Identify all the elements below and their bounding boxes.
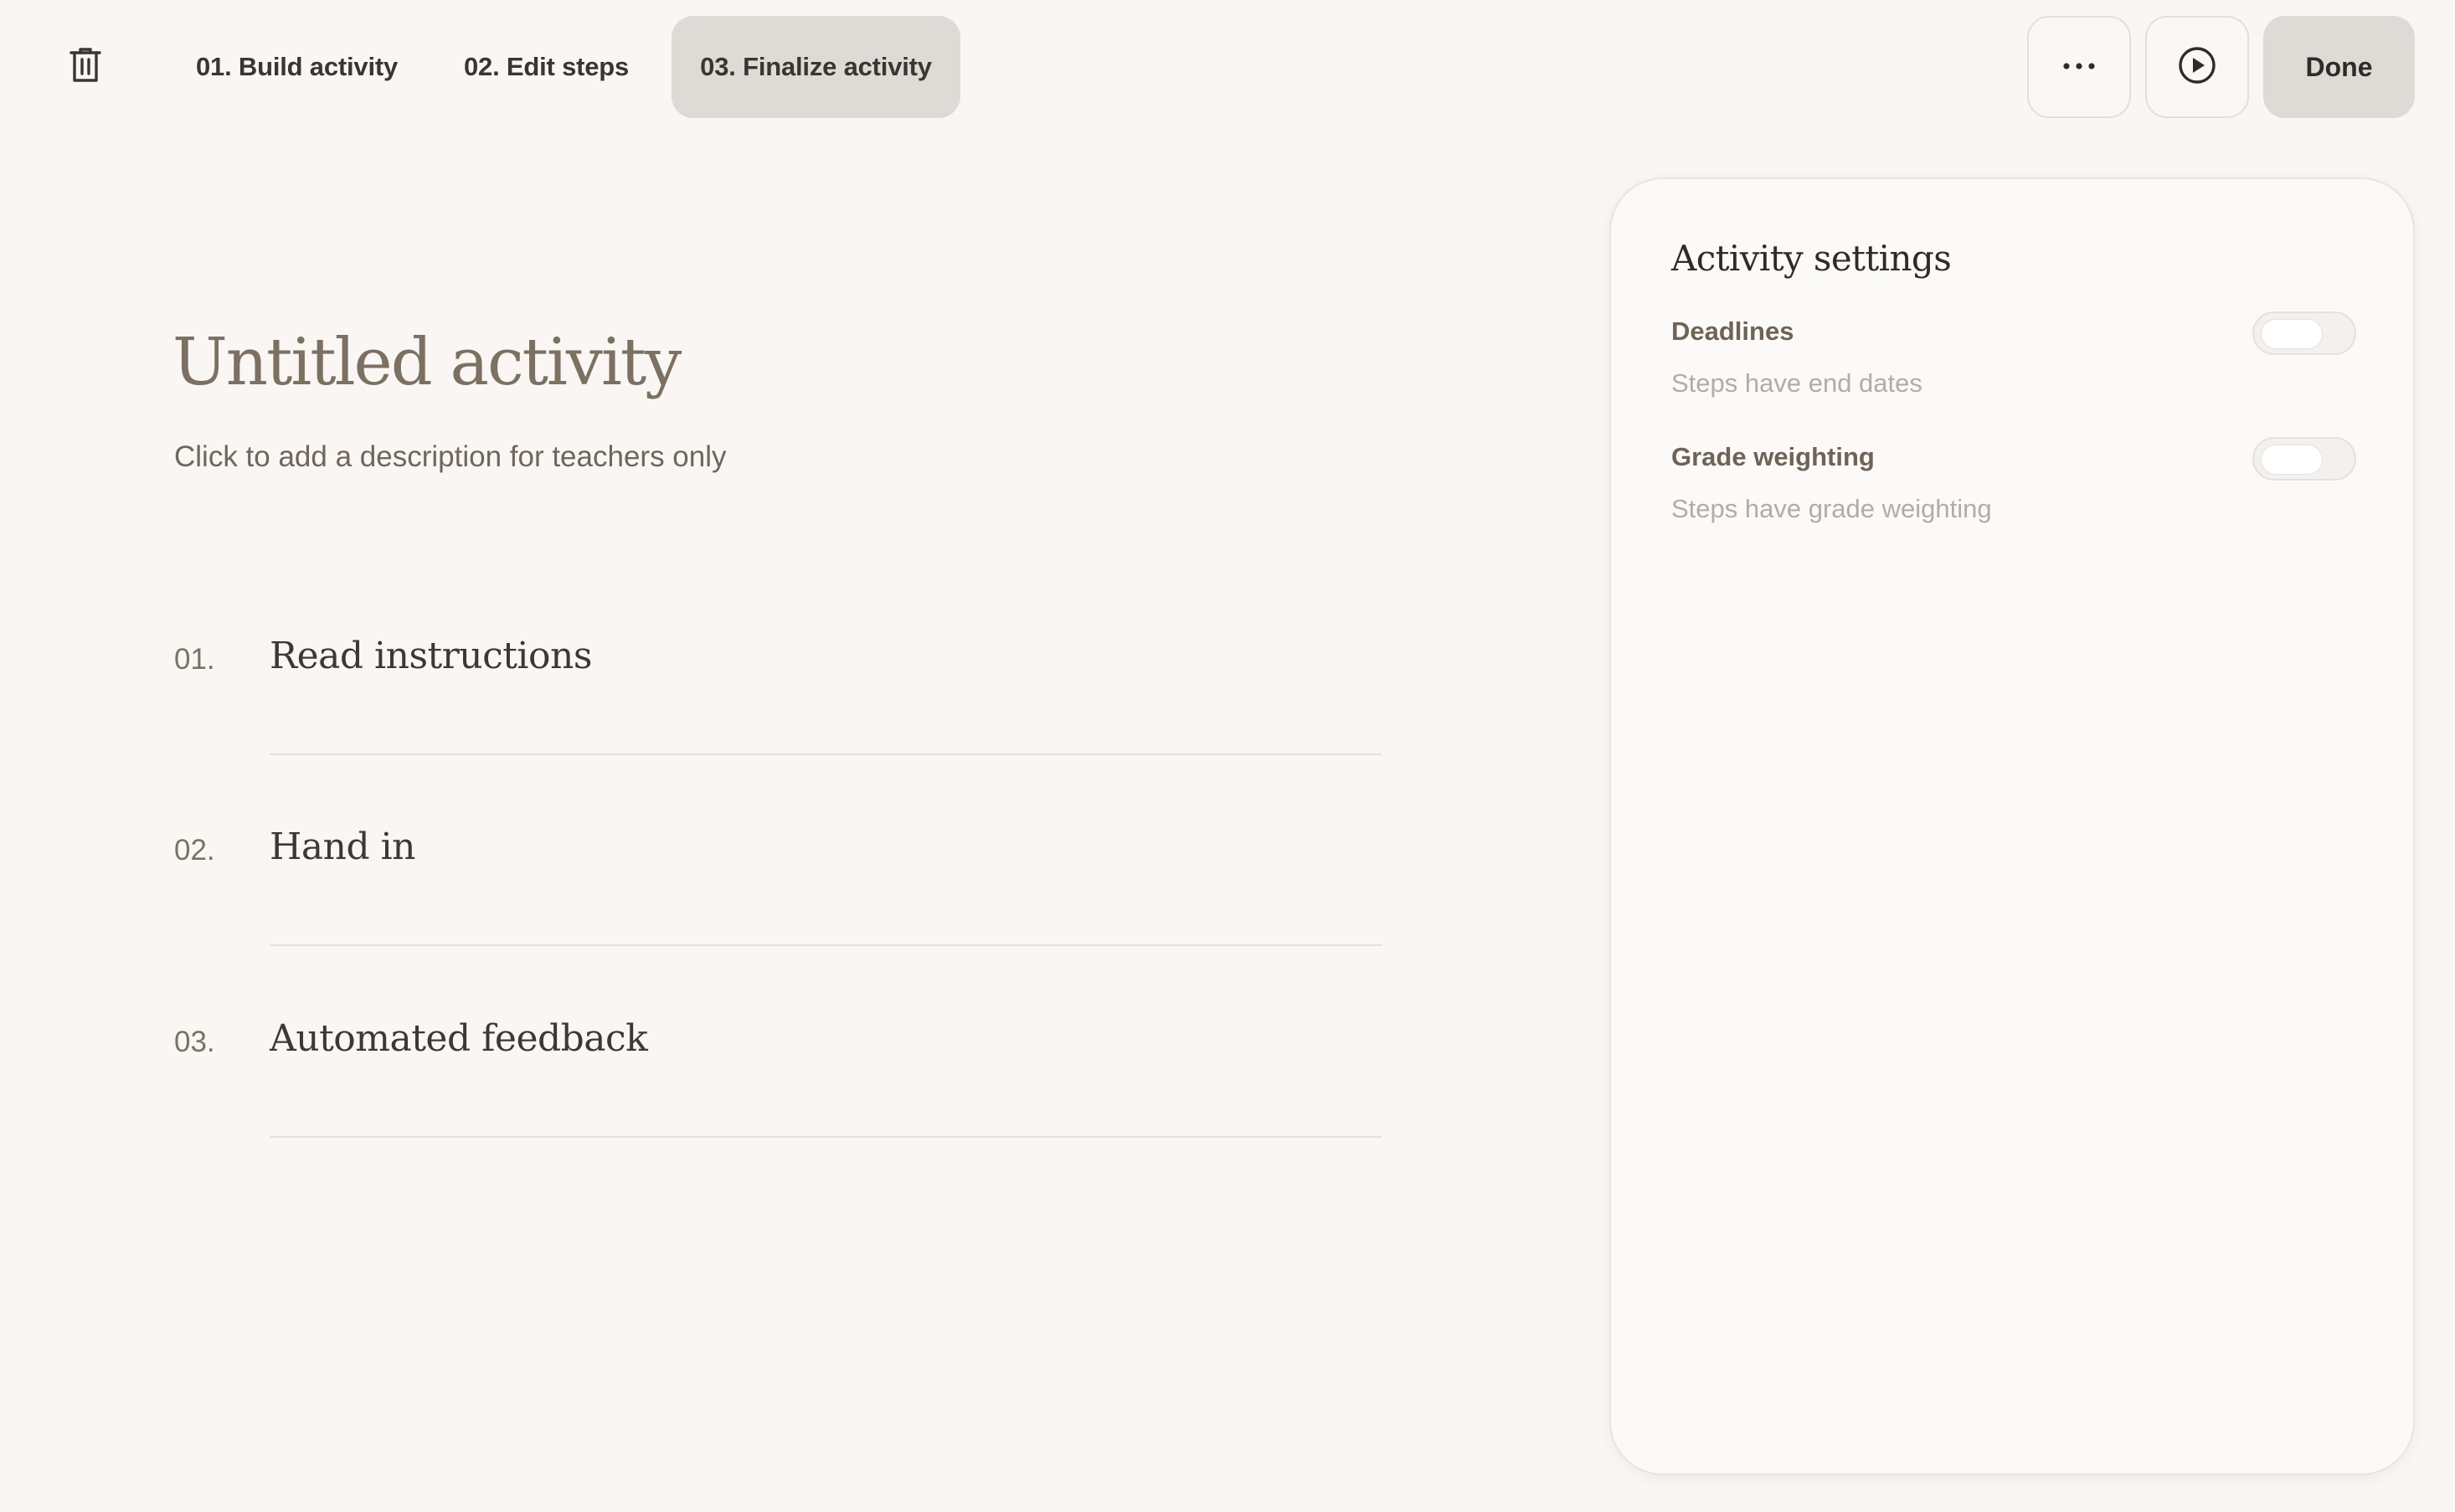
- play-circle-icon: [2178, 46, 2216, 89]
- step-divider: [270, 944, 1382, 946]
- step-divider: [270, 753, 1382, 755]
- deadlines-toggle[interactable]: [2252, 311, 2356, 355]
- done-button[interactable]: Done: [2263, 16, 2415, 118]
- trash-icon: [69, 47, 102, 88]
- deadlines-label: Deadlines: [1671, 316, 1794, 346]
- activity-settings-panel: Activity settings Deadlines Steps have e…: [1609, 177, 2415, 1475]
- toggle-knob: [2261, 319, 2323, 349]
- step-item: 03. Automated feedback: [172, 1017, 1382, 1138]
- grade-weighting-toggle[interactable]: [2252, 437, 2356, 481]
- more-options-button[interactable]: [2027, 16, 2131, 118]
- activity-title[interactable]: Untitled activity: [172, 325, 682, 400]
- toggle-knob: [2261, 445, 2323, 475]
- activity-description-field[interactable]: Click to add a description for teachers …: [174, 440, 727, 474]
- step-title[interactable]: Automated feedback: [270, 1017, 648, 1060]
- more-horizontal-icon: [2062, 59, 2096, 75]
- grade-weighting-description: Steps have grade weighting: [1671, 494, 1992, 523]
- delete-activity-button[interactable]: [52, 33, 119, 100]
- tab-build-activity[interactable]: 01. Build activity: [167, 16, 426, 118]
- grade-weighting-label: Grade weighting: [1671, 442, 1875, 471]
- step-divider: [270, 1136, 1382, 1138]
- step-number: 01.: [174, 643, 215, 676]
- deadlines-description: Steps have end dates: [1671, 368, 1922, 398]
- step-title[interactable]: Read instructions: [270, 635, 592, 677]
- tab-finalize-activity[interactable]: 03. Finalize activity: [672, 16, 960, 118]
- settings-title: Activity settings: [1671, 238, 1952, 279]
- step-item: 01. Read instructions: [172, 635, 1382, 755]
- step-number: 03.: [174, 1026, 215, 1058]
- tab-edit-steps[interactable]: 02. Edit steps: [435, 16, 657, 118]
- step-number: 02.: [174, 834, 215, 867]
- top-toolbar: 01. Build activity 02. Edit steps 03. Fi…: [0, 0, 2455, 134]
- preview-button[interactable]: [2145, 16, 2249, 118]
- step-title[interactable]: Hand in: [270, 825, 416, 868]
- step-item: 02. Hand in: [172, 825, 1382, 946]
